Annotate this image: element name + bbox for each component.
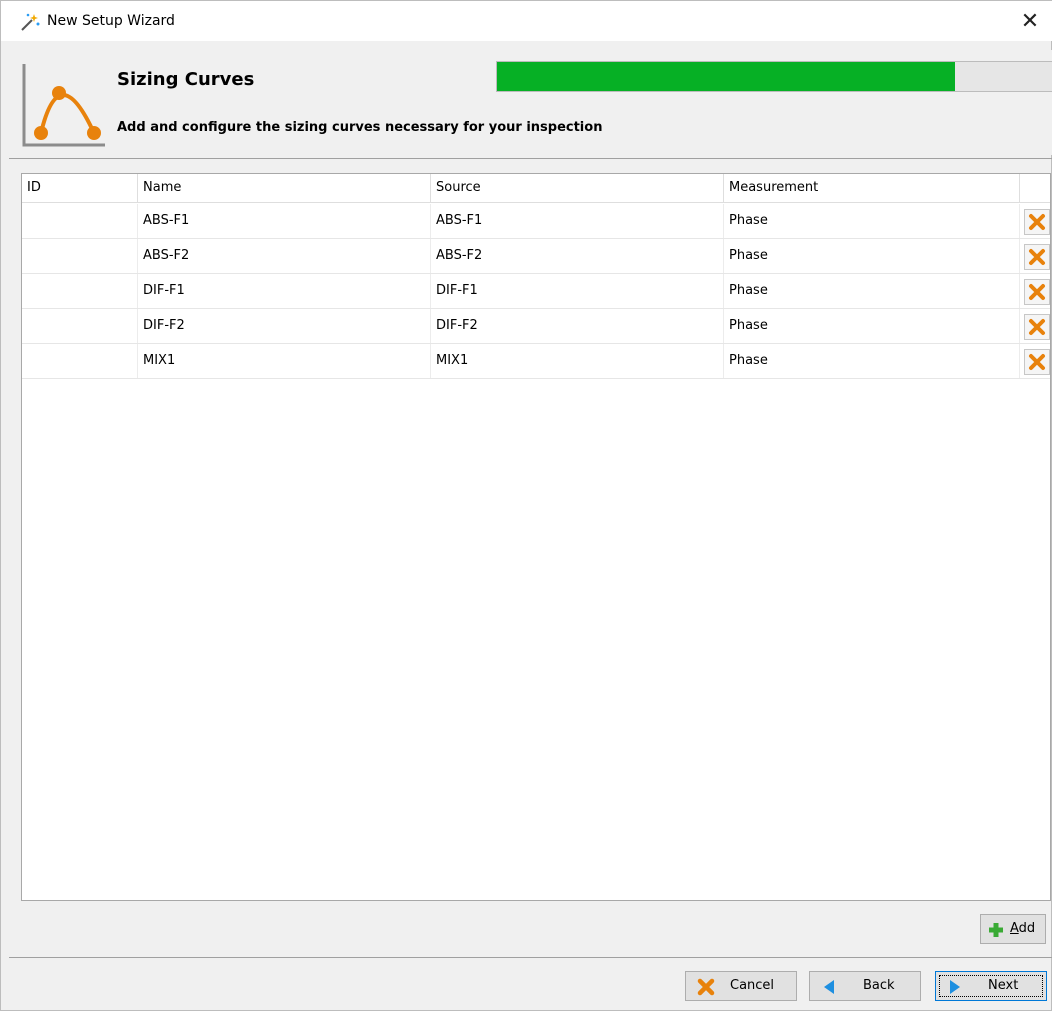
- cell-name[interactable]: ABS-F2: [138, 239, 431, 273]
- column-header-source[interactable]: Source: [431, 174, 724, 203]
- x-icon: [697, 978, 715, 996]
- delete-row-button[interactable]: [1024, 279, 1050, 305]
- header-divider: [9, 158, 1052, 159]
- table-header: ID Name Source Measurement: [22, 174, 1050, 203]
- delete-row-button[interactable]: [1024, 314, 1050, 340]
- delete-row-button[interactable]: [1024, 209, 1050, 235]
- cell-measurement[interactable]: Phase: [724, 204, 1020, 238]
- column-header-id[interactable]: ID: [22, 174, 138, 203]
- delete-x-icon: [1029, 214, 1045, 230]
- cell-id[interactable]: [22, 204, 138, 238]
- table-row[interactable]: DIF-F2 DIF-F2 Phase: [22, 309, 1050, 344]
- cell-source[interactable]: ABS-F2: [431, 239, 724, 273]
- column-header-measurement[interactable]: Measurement: [724, 174, 1020, 203]
- next-button[interactable]: Next: [935, 971, 1047, 1001]
- magic-wand-icon: [21, 13, 40, 31]
- wizard-window: New Setup Wizard ✕ Sizing Curves Add and…: [0, 0, 1052, 1011]
- cancel-button-label: Cancel: [730, 978, 775, 993]
- step-title: Sizing Curves: [117, 69, 255, 90]
- plus-icon: [989, 923, 1003, 937]
- close-icon: ✕: [1020, 8, 1040, 34]
- add-button-label: Add: [1010, 921, 1036, 936]
- cell-measurement[interactable]: Phase: [724, 344, 1020, 378]
- title-bar: New Setup Wizard ✕: [1, 1, 1052, 41]
- window-title: New Setup Wizard: [47, 13, 175, 29]
- delete-x-icon: [1029, 319, 1045, 335]
- cell-measurement[interactable]: Phase: [724, 274, 1020, 308]
- cell-source[interactable]: MIX1: [431, 344, 724, 378]
- delete-x-icon: [1029, 249, 1045, 265]
- cell-id[interactable]: [22, 274, 138, 308]
- table-row[interactable]: ABS-F2 ABS-F2 Phase: [22, 239, 1050, 274]
- cell-measurement[interactable]: Phase: [724, 239, 1020, 273]
- sizing-curve-icon: [22, 64, 105, 147]
- next-button-label: Next: [988, 978, 1019, 993]
- table-row[interactable]: DIF-F1 DIF-F1 Phase: [22, 274, 1050, 309]
- table-row[interactable]: ABS-F1 ABS-F1 Phase: [22, 204, 1050, 239]
- cancel-button[interactable]: Cancel: [685, 971, 797, 1001]
- right-arrow-icon: [950, 980, 960, 994]
- cell-source[interactable]: DIF-F2: [431, 309, 724, 343]
- cell-id[interactable]: [22, 239, 138, 273]
- cell-id[interactable]: [22, 344, 138, 378]
- cell-id[interactable]: [22, 309, 138, 343]
- delete-row-button[interactable]: [1024, 349, 1050, 375]
- close-button[interactable]: ✕: [1007, 1, 1052, 41]
- cell-measurement[interactable]: Phase: [724, 309, 1020, 343]
- cell-name[interactable]: MIX1: [138, 344, 431, 378]
- footer-divider: [9, 957, 1052, 958]
- back-button[interactable]: Back: [809, 971, 921, 1001]
- cell-name[interactable]: ABS-F1: [138, 204, 431, 238]
- sizing-curves-table[interactable]: ID Name Source Measurement ABS-F1 ABS-F1…: [21, 173, 1051, 901]
- cell-source[interactable]: ABS-F1: [431, 204, 724, 238]
- delete-x-icon: [1029, 354, 1045, 370]
- wizard-progress-bar: [496, 61, 1052, 92]
- table-row[interactable]: MIX1 MIX1 Phase: [22, 344, 1050, 379]
- cell-source[interactable]: DIF-F1: [431, 274, 724, 308]
- left-arrow-icon: [824, 980, 834, 994]
- cell-name[interactable]: DIF-F1: [138, 274, 431, 308]
- progress-fill: [497, 62, 955, 91]
- delete-x-icon: [1029, 284, 1045, 300]
- add-curve-button[interactable]: Add: [980, 914, 1046, 944]
- wizard-header: Sizing Curves Add and configure the sizi…: [1, 50, 1052, 155]
- back-button-label: Back: [863, 978, 895, 993]
- cell-name[interactable]: DIF-F2: [138, 309, 431, 343]
- column-header-name[interactable]: Name: [138, 174, 431, 203]
- delete-row-button[interactable]: [1024, 244, 1050, 270]
- step-description: Add and configure the sizing curves nece…: [117, 120, 603, 135]
